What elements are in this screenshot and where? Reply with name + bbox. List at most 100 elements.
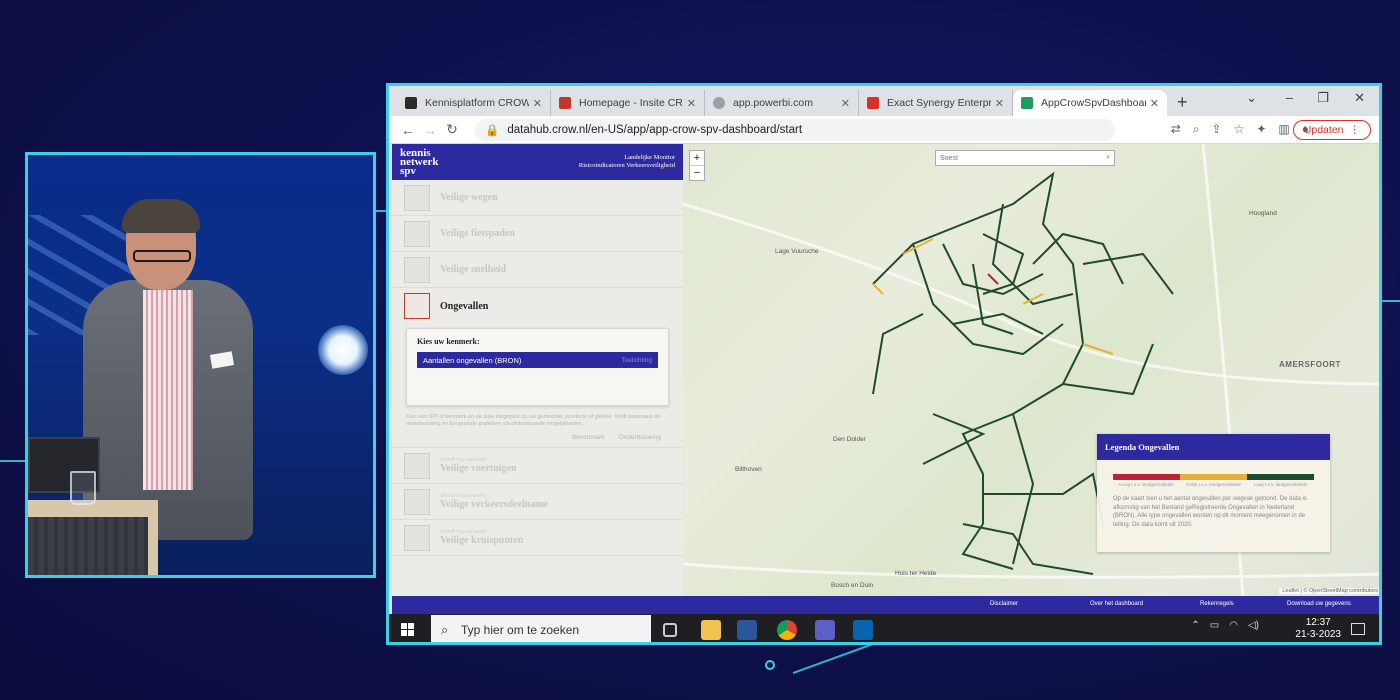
- battery-icon[interactable]: ▭: [1210, 620, 1219, 631]
- dashboard-footer: Disclaimer Over het dashboard Rekenregel…: [392, 596, 1379, 614]
- kenmerk-select[interactable]: Aantallen ongevallen (BRON) Toelichting: [417, 352, 658, 368]
- notification-icon[interactable]: [1351, 623, 1365, 635]
- crossroad-icon: [404, 524, 430, 551]
- clock-time: 12:37: [1305, 617, 1331, 628]
- forward-icon[interactable]: →: [419, 122, 441, 138]
- map-attribution[interactable]: Leaflet | © OpenStreetMap contributors: [1279, 588, 1379, 594]
- update-label: Updaten: [1303, 124, 1344, 136]
- footer-about-link[interactable]: Over het dashboard: [1090, 601, 1143, 607]
- browser-tab[interactable]: app.powerbi.com ✕: [705, 90, 859, 116]
- sidebar: kennis netwerk spv Landelijke Monitor Ri…: [392, 144, 683, 596]
- monitor-title-line: Risicoindicatoren Verkeersveiligheid: [578, 162, 675, 169]
- zoom-icon[interactable]: ⌕: [1193, 122, 1200, 137]
- taskbar-search-input[interactable]: ⌕ Typ hier om te zoeken: [431, 615, 651, 642]
- legend-swatch-equal: [1180, 474, 1247, 480]
- map-legend: Legenda Ongevallen Hoog t.o.v. landgemid…: [1097, 434, 1330, 552]
- network-icon[interactable]: ◠: [1229, 620, 1238, 631]
- browser-tab[interactable]: Kennisplatform CROW | P ✕: [397, 90, 551, 116]
- more-menu-icon: ⋮: [1349, 124, 1361, 136]
- task-view-icon[interactable]: [663, 623, 677, 637]
- new-tab-icon[interactable]: +: [1177, 92, 1188, 113]
- place-label: Bosch en Duin: [831, 582, 874, 589]
- search-icon: ⌕: [441, 622, 449, 637]
- tab-title: app.powerbi.com: [733, 97, 813, 109]
- chrome-icon[interactable]: [777, 620, 797, 640]
- back-icon[interactable]: ←: [397, 122, 419, 138]
- favicon-icon: [559, 97, 571, 109]
- tab-close-icon[interactable]: ✕: [687, 97, 696, 110]
- zoom-out-button[interactable]: −: [690, 166, 704, 180]
- browser-tab-active[interactable]: AppCrowSpvDashboard ✕: [1013, 90, 1167, 116]
- bookmark-star-icon[interactable]: ☆: [1234, 122, 1245, 137]
- footer-rules-link[interactable]: Rekenregels: [1200, 601, 1234, 607]
- legend-title: Legenda Ongevallen: [1097, 434, 1330, 460]
- address-bar[interactable]: 🔒 datahub.crow.nl/en-US/app/app-crow-spv…: [475, 119, 1115, 141]
- sidebar-item-veilige-voertuigen[interactable]: (Wordt nog verwerkt) Veilige voertuigen: [392, 448, 683, 484]
- browser-tab[interactable]: Homepage - Insite CROW ✕: [551, 90, 705, 116]
- decor-line: [0, 460, 25, 462]
- taskbar-clock[interactable]: 12:37 21-3-2023: [1295, 617, 1341, 641]
- place-label: AMERSFOORT: [1279, 360, 1341, 369]
- word-icon[interactable]: [737, 620, 757, 640]
- volume-icon[interactable]: ◁): [1248, 620, 1259, 631]
- sidebar-item-veilige-kruispunten[interactable]: (Wordt nog verwerkt) Veilige kruispunten: [392, 520, 683, 556]
- sidebar-item-veilige-snelheid[interactable]: Veilige snelheid: [392, 252, 683, 288]
- place-label: Bilthoven: [735, 466, 762, 473]
- browser-tab[interactable]: Exact Synergy Enterprise ✕: [859, 90, 1013, 116]
- footer-disclaimer-link[interactable]: Disclaimer: [990, 601, 1018, 607]
- sidebar-item-label: Veilige kruispunten: [440, 535, 524, 546]
- onderbouwing-link[interactable]: Onderbouwing: [619, 434, 661, 441]
- outlook-icon[interactable]: [853, 620, 873, 640]
- tab-strip: Kennisplatform CROW | P ✕ Homepage - Ins…: [389, 86, 1379, 116]
- accident-icon: [404, 293, 430, 319]
- tab-search-icon[interactable]: ⌄: [1246, 90, 1257, 106]
- restore-icon[interactable]: ❐: [1317, 90, 1329, 106]
- sidebar-item-ongevallen[interactable]: Ongevallen: [392, 288, 683, 324]
- map-view[interactable]: + − Soest ⌕ Lage Vuursche Den Dolder Bil…: [683, 144, 1379, 596]
- tab-close-icon[interactable]: ✕: [533, 97, 542, 110]
- help-text: Kies een SPI of kenmerk en de data toege…: [406, 414, 661, 427]
- footer-download-link[interactable]: Download uw gegevens: [1287, 601, 1351, 607]
- stage-light: [318, 325, 368, 375]
- tab-close-icon[interactable]: ✕: [995, 97, 1004, 110]
- tab-title: Kennisplatform CROW | P: [425, 97, 529, 109]
- teams-icon[interactable]: [815, 620, 835, 640]
- share-icon[interactable]: ⇪: [1212, 122, 1222, 137]
- favicon-icon: [405, 97, 417, 109]
- minimize-icon[interactable]: –: [1286, 90, 1293, 105]
- legend-description: Op de kaart zien u het aantal ongevallen…: [1113, 496, 1307, 528]
- extensions-icon[interactable]: ✦: [1256, 122, 1266, 137]
- tab-title: AppCrowSpvDashboard: [1041, 97, 1146, 109]
- place-label: Den Dolder: [833, 436, 866, 443]
- map-search-input[interactable]: Soest ⌕: [935, 150, 1115, 166]
- tab-close-icon[interactable]: ✕: [841, 97, 850, 110]
- legend-color-bar: [1113, 474, 1314, 480]
- browser-toolbar: ← → ↻ 🔒 datahub.crow.nl/en-US/app/app-cr…: [389, 116, 1379, 144]
- windows-start-icon[interactable]: [401, 623, 414, 636]
- speaker-video: [25, 152, 376, 578]
- benchmark-link[interactable]: Benchmark: [572, 434, 605, 441]
- zoom-in-button[interactable]: +: [690, 151, 704, 166]
- sidebar-item-veilige-verkeersdeelname[interactable]: (Wordt nog verwerkt) Veilige verkeersdee…: [392, 484, 683, 520]
- update-button[interactable]: Updaten ⋮: [1292, 120, 1371, 140]
- legend-label: Laag t.o.v. landgemiddelde: [1253, 482, 1308, 487]
- sidebar-item-veilige-fietspaden[interactable]: Veilige fietspaden: [392, 216, 683, 252]
- tray-chevron-icon[interactable]: ⌃: [1191, 620, 1199, 631]
- bike-path-icon: [404, 220, 430, 247]
- help-links: Benchmark Onderbouwing: [392, 428, 683, 448]
- file-explorer-icon[interactable]: [701, 620, 721, 640]
- dashboard-app: kennis netwerk spv Landelijke Monitor Ri…: [389, 144, 1379, 596]
- reload-icon[interactable]: ↻: [441, 121, 463, 138]
- sidebar-item-veilige-wegen[interactable]: Veilige wegen: [392, 180, 683, 216]
- kenmerk-hint[interactable]: Toelichting: [621, 357, 652, 364]
- legend-labels: Hoog t.o.v. landgemiddelde Gelijk t.o.v.…: [1113, 482, 1314, 487]
- search-icon[interactable]: ⌕: [1106, 154, 1110, 162]
- kennisnetwerk-logo: kennis netwerk spv: [400, 147, 439, 176]
- vehicle-icon: [404, 452, 430, 479]
- translate-icon[interactable]: ⇄: [1171, 122, 1181, 137]
- monitor-title: Landelijke Monitor Risicoindicatoren Ver…: [579, 154, 675, 170]
- sidepanel-icon[interactable]: ▥: [1278, 122, 1289, 137]
- tab-close-icon[interactable]: ✕: [1150, 97, 1159, 110]
- map-search-value: Soest: [940, 154, 958, 162]
- close-window-icon[interactable]: ✕: [1354, 90, 1365, 106]
